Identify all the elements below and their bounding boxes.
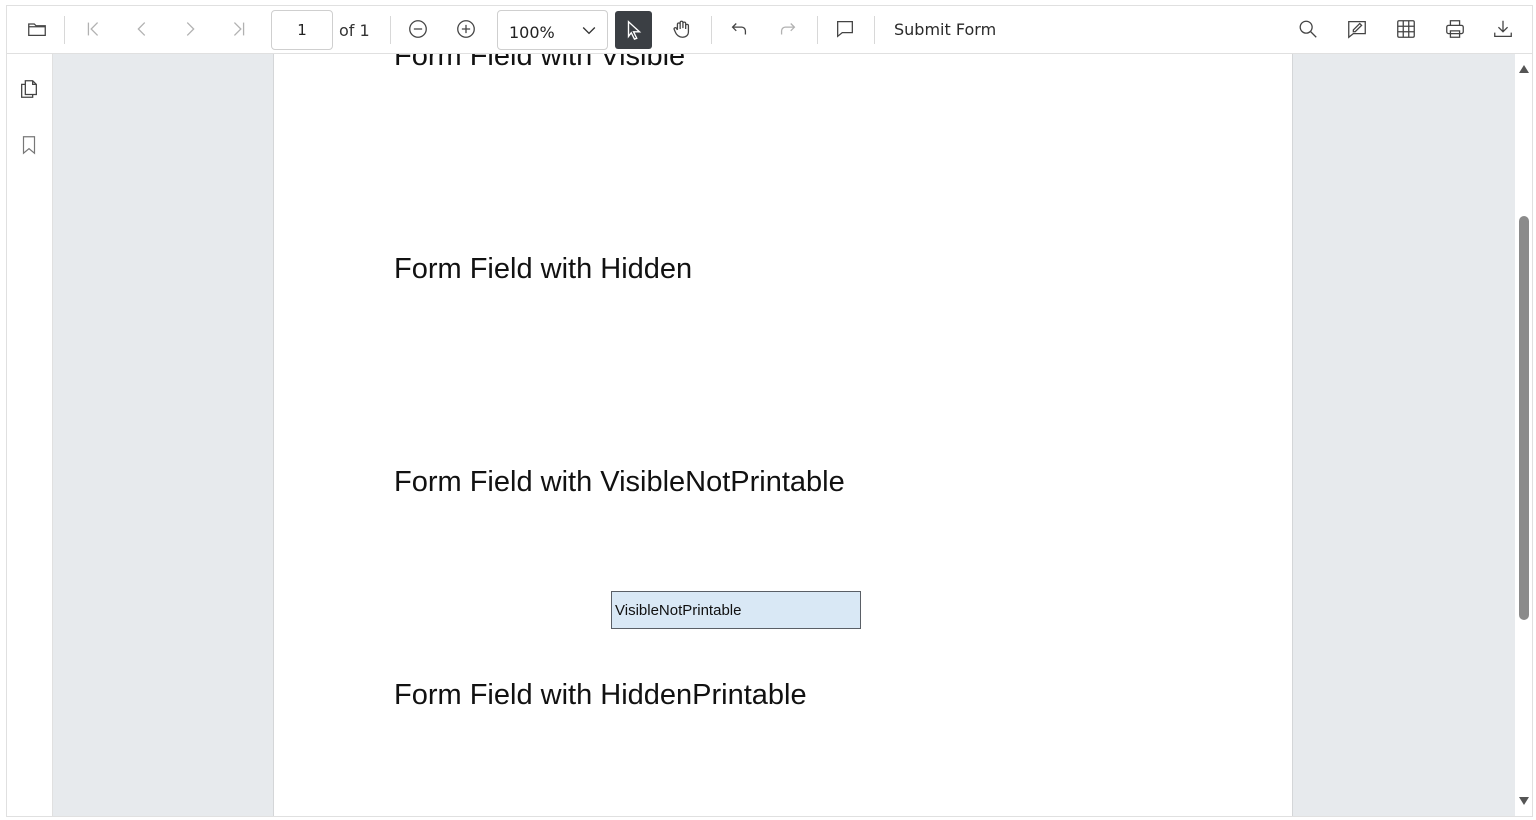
last-page-button[interactable] (221, 11, 257, 47)
form-text-field[interactable]: VisibleNotPrintable (611, 591, 861, 629)
separator (874, 16, 875, 44)
pan-tool-button[interactable] (664, 11, 700, 47)
hand-icon (673, 20, 690, 38)
next-page-button[interactable] (172, 11, 208, 47)
toolbar: 1 of 1 100% Submit Form (7, 6, 1532, 54)
pdf-page: Form Field with Visible Form Field with … (273, 54, 1293, 816)
undo-icon (731, 23, 747, 35)
pdf-viewer: 1 of 1 100% Submit Form Form Field with … (6, 5, 1533, 817)
comment-icon (837, 21, 853, 38)
bookmarks-button[interactable] (14, 130, 44, 160)
submit-form-button[interactable]: Submit Form (894, 20, 996, 39)
separator (64, 16, 65, 44)
zoom-in-button[interactable] (448, 11, 484, 47)
download-icon (1494, 20, 1512, 37)
separator (817, 16, 818, 44)
redo-button[interactable] (770, 11, 806, 47)
chevron-left-icon (137, 22, 146, 36)
search-icon (1299, 20, 1317, 38)
comment-button[interactable] (827, 11, 863, 47)
undo-button[interactable] (721, 11, 757, 47)
zoom-in-icon (457, 20, 475, 38)
cursor-arrow-icon (627, 20, 641, 41)
search-button[interactable] (1290, 11, 1326, 47)
zoom-out-button[interactable] (400, 11, 436, 47)
scroll-up-arrow-icon[interactable] (1518, 64, 1530, 74)
separator (711, 16, 712, 44)
form-designer-button[interactable] (1388, 11, 1424, 47)
form-grid-icon (1397, 20, 1415, 38)
previous-page-button[interactable] (124, 11, 160, 47)
chevron-down-icon (582, 27, 596, 35)
chevron-right-icon (186, 22, 195, 36)
heading-hidden-printable: Form Field with HiddenPrintable (394, 679, 807, 711)
separator (390, 16, 391, 44)
vertical-scrollbar[interactable] (1515, 54, 1532, 816)
zoom-select[interactable]: 100% (497, 10, 608, 50)
zoom-out-icon (409, 20, 427, 38)
first-page-icon (87, 22, 99, 36)
navigation-pane (7, 54, 53, 816)
scroll-down-arrow-icon[interactable] (1518, 796, 1530, 806)
pages-icon (21, 80, 37, 98)
scrollbar-thumb[interactable] (1519, 216, 1529, 620)
heading-visible-not-printable: Form Field with VisibleNotPrintable (394, 466, 845, 498)
heading-visible: Form Field with Visible (394, 54, 686, 72)
first-page-button[interactable] (75, 11, 111, 47)
download-button[interactable] (1485, 11, 1521, 47)
page-count-label: of 1 (339, 21, 370, 40)
annotation-button[interactable] (1339, 11, 1375, 47)
document-canvas: Form Field with Visible Form Field with … (53, 54, 1515, 816)
heading-hidden: Form Field with Hidden (394, 253, 693, 285)
selection-tool-button[interactable] (615, 11, 652, 49)
folder-icon (28, 23, 46, 37)
current-page-input[interactable]: 1 (271, 10, 333, 50)
page-thumbnails-button[interactable] (14, 74, 44, 104)
annotation-edit-icon (1348, 21, 1366, 39)
print-button[interactable] (1437, 11, 1473, 47)
redo-icon (780, 23, 796, 35)
open-file-button[interactable] (19, 11, 55, 47)
zoom-value: 100% (509, 23, 555, 42)
print-icon (1446, 20, 1464, 38)
last-page-icon (233, 22, 245, 36)
bookmark-icon (22, 136, 36, 155)
